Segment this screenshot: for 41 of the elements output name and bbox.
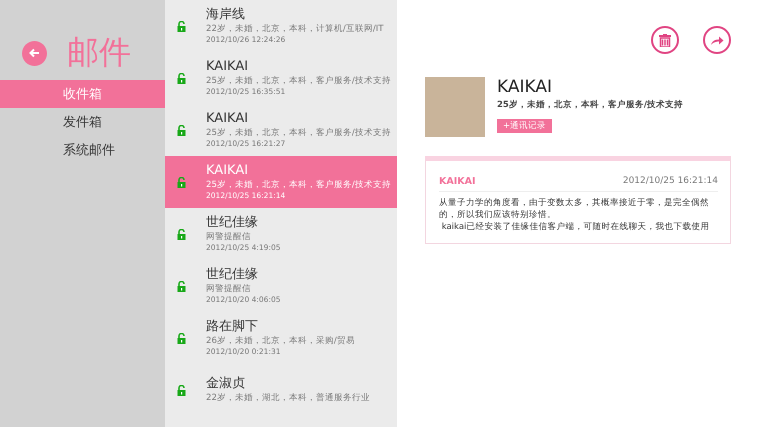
unlocked-padlock-icon [177,228,186,240]
trash-icon [659,34,671,46]
sender-details: 网警提醒信 [206,283,252,295]
sender-details: 25岁，未婚，北京，本科，客户服务/技术支持 [206,127,391,139]
photo-placeholder [425,77,485,137]
unlocked-padlock-icon [177,20,186,32]
message-time: 2012/10/25 16:21:14 [622,176,718,187]
page-title: 邮件 [67,32,131,73]
sender-name: 路在脚下 [206,319,259,335]
message-sender: KAIKAI [439,176,476,187]
unlocked-padlock-icon [177,72,186,84]
sender-details: 22岁，未婚，湖北，本科，普通服务行业 [206,392,370,404]
contact-name: KAIKAI [497,77,553,97]
sender-details: 26岁，未婚，北京，本科，采购/贸易 [206,335,355,347]
unlocked-padlock-icon [177,124,186,136]
sender-details: 25岁，未婚，北京，本科，客户服务/技术支持 [206,179,391,191]
unlocked-padlock-icon [177,332,186,344]
folder-item[interactable]: 系统邮件 [0,136,165,164]
sender-details: 网警提醒信 [206,231,252,243]
sender-name: 世纪佳缘 [206,267,259,283]
unlocked-padlock-icon [177,280,186,292]
message-text: 从量子力学的角度看，由于变数太多，其概率接近于零，是完全偶然的，所以我们应该特别珍惜。 [439,197,710,221]
sender-name: 世纪佳缘 [206,215,259,231]
folder-item[interactable]: 发件箱 [0,108,165,136]
unlocked-padlock-icon [177,176,186,188]
sender-details: 22岁，未婚，北京，本科，计算机/互联网/IT [206,23,384,35]
contact-details: 25岁，未婚，北京，本科，客户服务/技术支持 [497,99,683,111]
sender-name: 海岸线 [206,7,246,23]
sender-name: KAIKAI [206,59,250,75]
back-arrow-icon [29,48,40,58]
back-button[interactable] [22,40,47,66]
delete-button[interactable] [651,26,679,54]
message-text: kaikai已经安装了佳缘佳信客户端，可随时在线聊天，我也下载使用 [440,221,710,233]
forward-button[interactable] [703,26,731,54]
curved-arrow-icon [710,34,724,46]
unlocked-padlock-icon [177,384,186,396]
sender-details: 25岁，未婚，北京，本科，客户服务/技术支持 [206,75,391,87]
sender-name: KAIKAI [206,163,250,179]
message-item[interactable]: 金淑贞 22岁，未婚，湖北，本科，普通服务行业 [165,364,397,416]
sender-name: 金淑贞 [206,376,246,392]
sender-name: KAIKAI [206,111,250,127]
